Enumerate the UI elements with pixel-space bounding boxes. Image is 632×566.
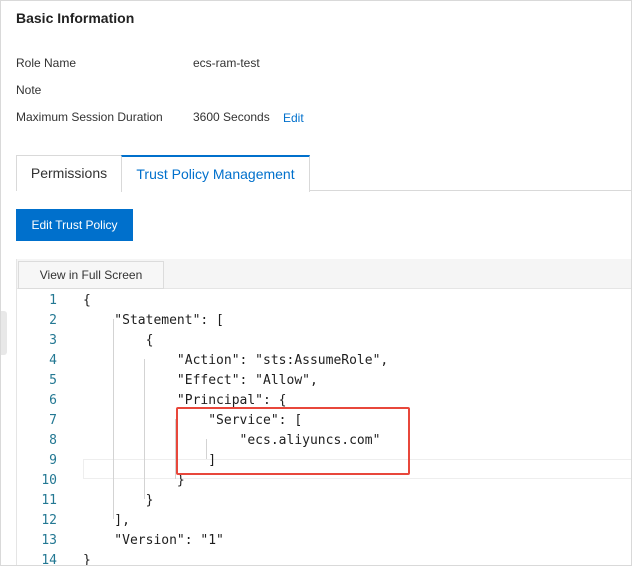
line-number: 5 — [49, 373, 57, 388]
code-line: 6 "Principal": { — [17, 391, 631, 411]
section-title: Basic Information — [16, 10, 135, 26]
edit-trust-policy-button[interactable]: Edit Trust Policy — [16, 209, 133, 241]
code-line: 14} — [17, 551, 631, 566]
code-text: "Principal": { — [83, 393, 287, 408]
code-area[interactable]: 1{2 "Statement": [3 {4 "Action": "sts:As… — [17, 289, 631, 566]
code-line: 4 "Action": "sts:AssumeRole", — [17, 351, 631, 371]
role-name-value: ecs-ram-test — [193, 56, 260, 70]
code-text: "Action": "sts:AssumeRole", — [83, 353, 389, 368]
line-number: 14 — [41, 553, 57, 566]
tab-trust-policy-management[interactable]: Trust Policy Management — [121, 155, 310, 192]
code-line: 1{ — [17, 291, 631, 311]
tab-bar: Permissions Trust Policy Management — [16, 155, 631, 192]
code-line: 11 } — [17, 491, 631, 511]
line-number: 8 — [49, 433, 57, 448]
code-text: } — [83, 473, 185, 488]
line-number: 9 — [49, 453, 57, 468]
view-full-screen-button[interactable]: View in Full Screen — [18, 261, 164, 289]
code-text: "Service": [ — [83, 413, 303, 428]
code-text: "Version": "1" — [83, 533, 224, 548]
edit-session-link[interactable]: Edit — [283, 111, 304, 125]
line-number: 3 — [49, 333, 57, 348]
max-session-label: Maximum Session Duration — [16, 110, 163, 124]
line-number: 6 — [49, 393, 57, 408]
code-text: "ecs.aliyuncs.com" — [83, 433, 381, 448]
code-text: { — [83, 293, 91, 308]
code-text: ] — [83, 453, 217, 468]
code-line: 7 "Service": [ — [17, 411, 631, 431]
code-text: } — [83, 493, 154, 508]
note-label: Note — [16, 83, 42, 97]
line-number: 11 — [41, 493, 57, 508]
code-line: 3 { — [17, 331, 631, 351]
editor-toolbar: View in Full Screen — [17, 259, 631, 289]
code-line: 10 } — [17, 471, 631, 491]
code-text: "Statement": [ — [83, 313, 224, 328]
line-number: 4 — [49, 353, 57, 368]
line-number: 2 — [49, 313, 57, 328]
code-line: 13 "Version": "1" — [17, 531, 631, 551]
max-session-value: 3600 Seconds — [193, 110, 270, 124]
code-line: 2 "Statement": [ — [17, 311, 631, 331]
code-text: } — [83, 553, 91, 566]
line-number: 10 — [41, 473, 57, 488]
code-line: 12 ], — [17, 511, 631, 531]
code-line: 5 "Effect": "Allow", — [17, 371, 631, 391]
code-line: 9 ] — [17, 451, 631, 471]
collapse-handle[interactable] — [1, 311, 7, 355]
code-line: 8 "ecs.aliyuncs.com" — [17, 431, 631, 451]
line-number: 12 — [41, 513, 57, 528]
tab-permissions[interactable]: Permissions — [16, 155, 122, 191]
policy-code-editor[interactable]: View in Full Screen 1{2 "Statement": [3 … — [16, 259, 631, 566]
code-text: "Effect": "Allow", — [83, 373, 318, 388]
line-number: 1 — [49, 293, 57, 308]
role-name-label: Role Name — [16, 56, 77, 70]
line-number: 13 — [41, 533, 57, 548]
code-text: ], — [83, 513, 130, 528]
line-number: 7 — [49, 413, 57, 428]
code-text: { — [83, 333, 154, 348]
role-detail-panel: Basic Information Role Name ecs-ram-test… — [0, 0, 632, 566]
